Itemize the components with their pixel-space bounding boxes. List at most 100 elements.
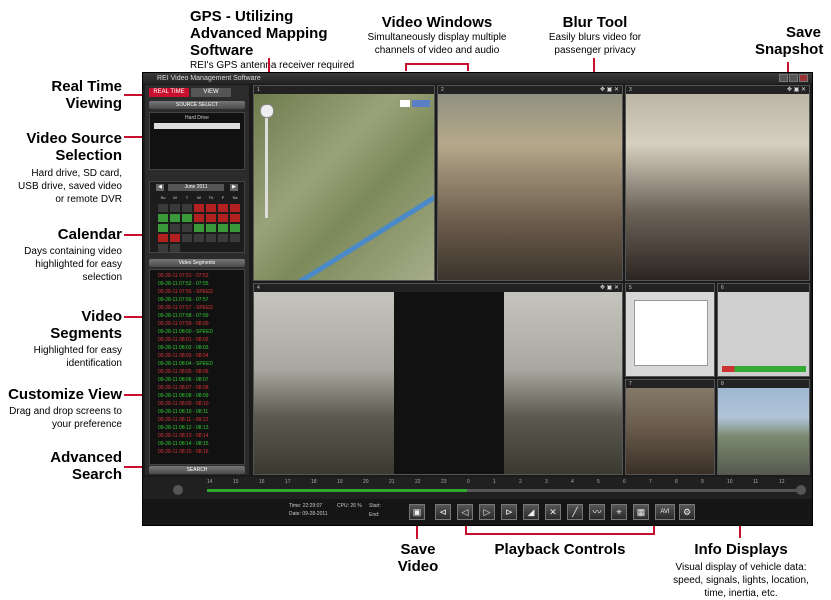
- calendar-day[interactable]: [170, 214, 180, 222]
- calendar-day[interactable]: [194, 234, 204, 242]
- video-window-cam-4[interactable]: 4 ✥ ▣ ✕: [253, 283, 623, 475]
- avi-export-button[interactable]: AVI: [655, 504, 675, 520]
- timeline[interactable]: 14 15 16 17 18 19 20 21 22 23 0 1 2 3 4 5 6 7 8 9 10 11 12: [143, 477, 812, 499]
- calendar-day[interactable]: [170, 224, 180, 232]
- segment-item[interactable]: 09-28-11 08:10 - 08:11: [158, 409, 208, 416]
- segment-item[interactable]: 09-28-11 08:15 - 08:16: [158, 449, 209, 456]
- settings-icon[interactable]: ⚙: [679, 504, 695, 520]
- segment-item[interactable]: 09-28-11 08:00 - SPEED: [158, 329, 213, 336]
- segment-item[interactable]: 09-28-11 08:06 - 08:07: [158, 377, 209, 384]
- calendar-day[interactable]: [170, 244, 180, 252]
- search-button[interactable]: SEARCH: [149, 466, 245, 474]
- calendar-day[interactable]: [218, 224, 228, 232]
- save-snapshot-icon[interactable]: ✥ ▣ ✕: [787, 86, 806, 94]
- map-type-button[interactable]: [400, 100, 410, 107]
- calendar-day[interactable]: [158, 244, 168, 252]
- segment-item[interactable]: 09-28-11 08:04 - SPEED: [158, 361, 213, 368]
- timeline-tick-label: 10: [727, 479, 733, 485]
- calendar-day[interactable]: [194, 204, 204, 212]
- calendar-day[interactable]: [218, 234, 228, 242]
- segment-item[interactable]: 09-28-11 08:07 - 08:08: [158, 385, 209, 392]
- real-time-callout: Real Time Viewing: [30, 78, 122, 112]
- video-windows-leader-h: [405, 63, 469, 65]
- calendar-day[interactable]: [158, 214, 168, 222]
- video-window-cam-7[interactable]: 7: [625, 379, 715, 475]
- blur-icon[interactable]: ✥ ▣ ✕: [600, 86, 619, 94]
- calendar-day[interactable]: [182, 224, 192, 232]
- segment-item[interactable]: 09-28-11 07:56 - 07:57: [158, 297, 209, 304]
- speed-icon[interactable]: ◢: [523, 504, 539, 520]
- video-window-gps-map[interactable]: 1: [253, 85, 435, 281]
- segment-item[interactable]: 09-28-11 07:59 - 08:00: [158, 321, 209, 328]
- timeline-tick-label: 7: [649, 479, 652, 485]
- calendar-day[interactable]: [218, 214, 228, 222]
- segment-item[interactable]: 09-28-11 08:02 - 08:03: [158, 345, 209, 352]
- segment-item[interactable]: 09-28-11 08:08 - 08:09: [158, 393, 209, 400]
- calendar-day[interactable]: [206, 234, 216, 242]
- video-window-cam-8[interactable]: 8: [717, 379, 810, 475]
- video-windows-leader-l: [405, 63, 407, 71]
- step-back-button[interactable]: ⊲: [435, 504, 451, 520]
- info-data-window[interactable]: 6: [717, 283, 810, 377]
- draw-tool-button[interactable]: ╱: [567, 504, 583, 520]
- timeline-left-button[interactable]: [173, 485, 183, 495]
- segment-item[interactable]: 09-28-11 08:14 - 08:15: [158, 441, 209, 448]
- source-item-hard-drive[interactable]: Hard Drive: [150, 115, 244, 121]
- calendar-day[interactable]: [158, 234, 168, 242]
- calendar-day[interactable]: [182, 204, 192, 212]
- calendar-day[interactable]: [206, 204, 216, 212]
- map-zoom-slider[interactable]: [265, 118, 268, 218]
- satellite-button[interactable]: [412, 100, 430, 107]
- calendar-day[interactable]: [158, 224, 168, 232]
- close-button[interactable]: [799, 74, 808, 82]
- video-window-cam-3[interactable]: 3 ✥ ▣ ✕: [625, 85, 810, 281]
- maximize-button[interactable]: [789, 74, 798, 82]
- minimize-button[interactable]: [779, 74, 788, 82]
- source-select-dropdown[interactable]: SOURCE SELECT: [149, 101, 245, 109]
- calendar-day[interactable]: [182, 214, 192, 222]
- step-forward-button[interactable]: ⊳: [501, 504, 517, 520]
- calendar-day[interactable]: [230, 234, 240, 242]
- calendar-day[interactable]: [170, 234, 180, 242]
- graph-icon[interactable]: 〰: [589, 504, 605, 520]
- calendar-next-button[interactable]: ▶: [230, 184, 238, 191]
- info-graph-window[interactable]: 5: [625, 283, 715, 377]
- segment-item[interactable]: 09-28-11 07:58 - 07:59: [158, 313, 209, 320]
- calendar-day[interactable]: [206, 224, 216, 232]
- source-item-selected[interactable]: [154, 123, 240, 129]
- timeline-right-button[interactable]: [796, 485, 806, 495]
- segment-item[interactable]: 09-28-11 08:03 - 08:04: [158, 353, 209, 360]
- calendar-day[interactable]: [218, 204, 228, 212]
- save-video-button[interactable]: ▣: [409, 504, 425, 520]
- calendar-day[interactable]: [206, 214, 216, 222]
- segment-item[interactable]: 09-28-11 07:52 - 07:55: [158, 281, 209, 288]
- tab-real-time[interactable]: REAL TIME: [149, 88, 189, 97]
- segment-item[interactable]: 09-28-11 07:51 - 07:52: [158, 273, 209, 280]
- segment-item[interactable]: 09-28-11 08:09 - 08:10: [158, 401, 209, 408]
- calendar-day[interactable]: [230, 224, 240, 232]
- calendar-day[interactable]: [182, 234, 192, 242]
- segment-item[interactable]: 09-28-11 08:11 - 08:12: [158, 417, 208, 424]
- calendar-day[interactable]: [230, 214, 240, 222]
- calendar-prev-button[interactable]: ◀: [156, 184, 164, 191]
- calendar-day[interactable]: [158, 204, 168, 212]
- calendar-day[interactable]: [230, 204, 240, 212]
- segment-item[interactable]: 09-28-11 07:57 - SPEED: [158, 305, 213, 312]
- window-controls-icon[interactable]: ✥ ▣ ✕: [600, 284, 619, 292]
- rewind-button[interactable]: ◁: [457, 504, 473, 520]
- calendar-day[interactable]: [170, 204, 180, 212]
- segment-item[interactable]: 09-28-11 07:55 - SPEED: [158, 289, 213, 296]
- video-window-cam-2[interactable]: 2 ✥ ▣ ✕: [437, 85, 623, 281]
- segment-item[interactable]: 09-28-11 08:05 - 08:06: [158, 369, 209, 376]
- tab-review[interactable]: VIEW: [191, 88, 231, 97]
- layout-grid-icon[interactable]: ▦: [633, 504, 649, 520]
- map-pin-icon[interactable]: ⌖: [611, 504, 627, 520]
- play-button[interactable]: ▷: [479, 504, 495, 520]
- segment-item[interactable]: 09-28-11 08:01 - 08:02: [158, 337, 209, 344]
- calendar-day[interactable]: [194, 224, 204, 232]
- calendar-day[interactable]: [194, 214, 204, 222]
- blur-tool-button[interactable]: ✕: [545, 504, 561, 520]
- segment-item[interactable]: 09-28-11 08:13 - 08:14: [158, 433, 209, 440]
- segment-item[interactable]: 09-28-11 08:12 - 08:13: [158, 425, 209, 432]
- map-zoom-control[interactable]: [260, 104, 274, 118]
